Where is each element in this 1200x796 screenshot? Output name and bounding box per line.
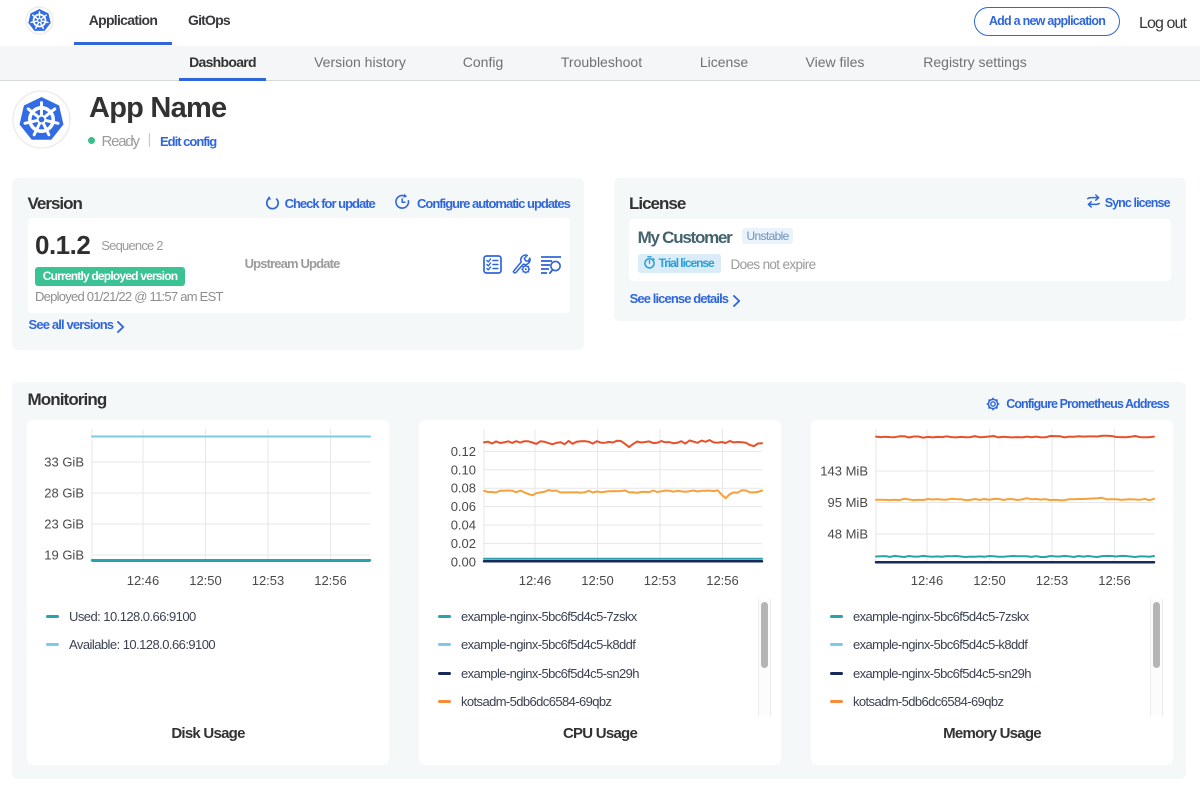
- svg-text:12:56: 12:56: [1098, 573, 1131, 588]
- svg-text:143 MiB: 143 MiB: [820, 464, 868, 479]
- svg-text:12:53: 12:53: [1036, 573, 1069, 588]
- svg-text:0.12: 0.12: [451, 444, 476, 459]
- svg-text:28 GiB: 28 GiB: [44, 486, 84, 501]
- svg-text:95 MiB: 95 MiB: [828, 495, 868, 510]
- svg-text:0.10: 0.10: [451, 462, 476, 477]
- svg-text:0.04: 0.04: [451, 518, 476, 533]
- svg-text:19 GiB: 19 GiB: [44, 548, 84, 563]
- svg-text:0.00: 0.00: [451, 554, 476, 569]
- svg-text:12:56: 12:56: [314, 573, 347, 588]
- svg-text:12:46: 12:46: [127, 573, 160, 588]
- svg-text:12:53: 12:53: [644, 573, 677, 588]
- svg-text:12:53: 12:53: [252, 573, 285, 588]
- svg-text:12:50: 12:50: [189, 573, 222, 588]
- svg-text:0.02: 0.02: [451, 536, 476, 551]
- svg-text:23 GiB: 23 GiB: [44, 517, 84, 532]
- svg-text:12:50: 12:50: [973, 573, 1006, 588]
- svg-text:0.08: 0.08: [451, 481, 476, 496]
- svg-text:0.06: 0.06: [451, 499, 476, 514]
- svg-text:33 GiB: 33 GiB: [44, 455, 84, 470]
- svg-text:12:46: 12:46: [519, 573, 552, 588]
- svg-text:12:50: 12:50: [581, 573, 614, 588]
- svg-text:12:56: 12:56: [706, 573, 739, 588]
- svg-text:48 MiB: 48 MiB: [828, 527, 868, 542]
- svg-text:12:46: 12:46: [911, 573, 944, 588]
